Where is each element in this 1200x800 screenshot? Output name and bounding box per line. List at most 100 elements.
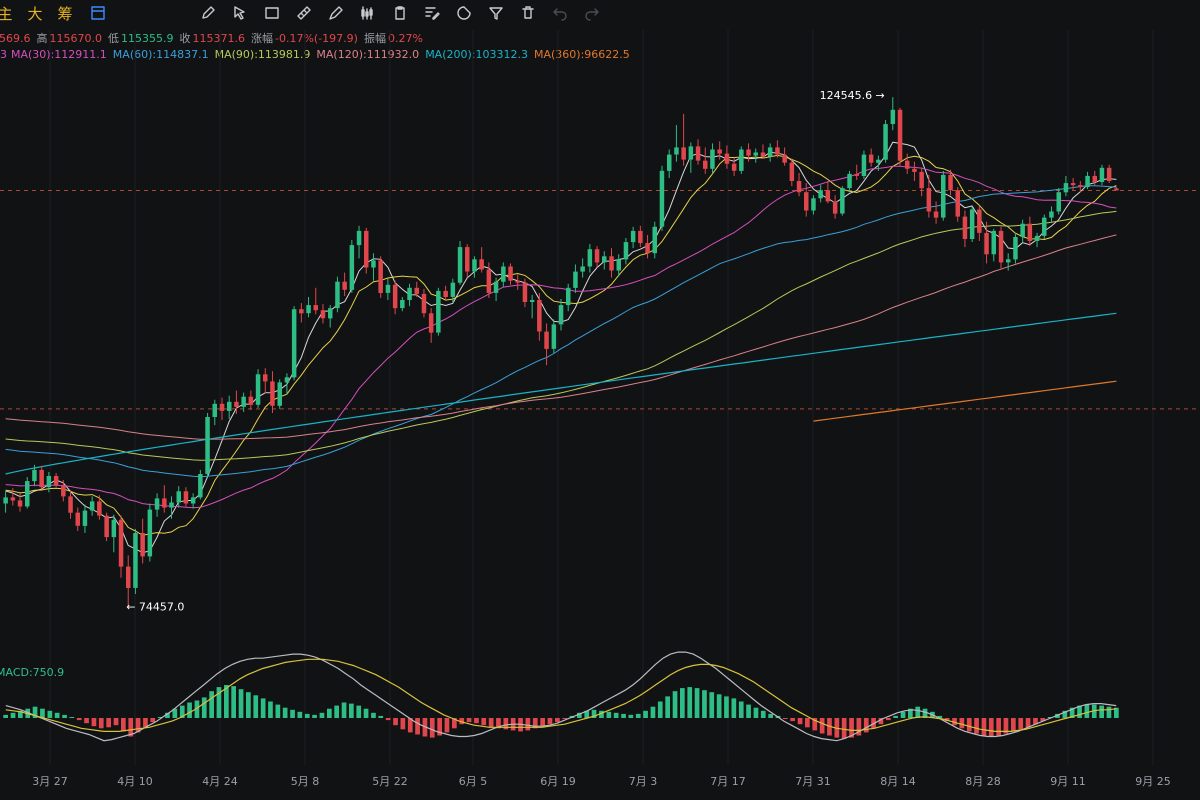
candle-body bbox=[371, 260, 376, 268]
candle bbox=[926, 174, 932, 218]
candle bbox=[551, 319, 557, 353]
candle bbox=[147, 503, 153, 562]
candle-body bbox=[212, 403, 217, 417]
candle-body bbox=[68, 496, 73, 513]
candle-body bbox=[688, 146, 694, 160]
candle-body bbox=[53, 476, 59, 486]
macd-bar bbox=[959, 718, 965, 729]
candle-body bbox=[544, 331, 549, 349]
candle bbox=[667, 149, 672, 178]
candle bbox=[356, 225, 362, 259]
ma-60-line bbox=[5, 185, 1117, 478]
candle bbox=[3, 491, 8, 513]
price-chart[interactable]: 124545.6 → ← 74457.0 MACD:750.9 3月 27 4月 10 4… bbox=[0, 0, 1200, 800]
macd-bar bbox=[1018, 718, 1024, 730]
candle bbox=[688, 142, 694, 173]
candle-body bbox=[840, 188, 845, 214]
candle-body bbox=[176, 491, 181, 503]
candle bbox=[609, 248, 614, 278]
candle-body bbox=[248, 396, 254, 405]
macd-bar bbox=[69, 717, 75, 718]
candle bbox=[1034, 232, 1040, 248]
candle-body bbox=[364, 230, 369, 268]
macd-bar bbox=[797, 718, 803, 725]
candle bbox=[1099, 164, 1105, 186]
macd-label: MACD:750.9 bbox=[0, 666, 64, 679]
candle-body bbox=[775, 147, 780, 155]
macd-bar bbox=[54, 712, 60, 718]
candle bbox=[39, 465, 44, 490]
candle bbox=[53, 472, 59, 488]
candle-body bbox=[760, 152, 766, 157]
candle-body bbox=[140, 533, 145, 557]
x-tick-label: 7月 17 bbox=[710, 775, 746, 788]
macd-bar bbox=[893, 715, 898, 718]
candle bbox=[1070, 177, 1076, 191]
candle-body bbox=[1085, 175, 1090, 188]
candle bbox=[652, 221, 657, 259]
macd-bar bbox=[62, 714, 67, 718]
candle-body bbox=[486, 269, 492, 293]
macd-bar bbox=[672, 691, 678, 718]
macd-bar bbox=[84, 718, 89, 724]
candle-body bbox=[154, 498, 160, 510]
macd-bar bbox=[635, 713, 641, 718]
candle-body bbox=[659, 170, 665, 227]
candle bbox=[638, 225, 643, 248]
macd-bar bbox=[415, 718, 420, 735]
candle-body bbox=[104, 515, 109, 538]
candle bbox=[558, 299, 564, 331]
candle-body bbox=[789, 162, 795, 181]
candle-body bbox=[703, 160, 708, 169]
candle bbox=[775, 140, 780, 158]
candle bbox=[421, 288, 427, 318]
candle-body bbox=[941, 174, 946, 218]
macd-bar bbox=[246, 692, 251, 718]
candle-body bbox=[551, 324, 557, 349]
candle bbox=[825, 181, 831, 204]
candle bbox=[912, 161, 917, 182]
candle-body bbox=[61, 485, 66, 497]
candle-body bbox=[479, 259, 484, 270]
candle-body bbox=[219, 403, 225, 411]
candle bbox=[118, 515, 124, 578]
candle bbox=[724, 145, 730, 169]
candle bbox=[760, 144, 766, 159]
candle-body bbox=[299, 309, 304, 314]
candle bbox=[897, 107, 903, 166]
macd-bar bbox=[665, 696, 670, 718]
candle-body bbox=[320, 310, 326, 319]
candle bbox=[25, 477, 30, 509]
macd-bar bbox=[363, 708, 369, 718]
macd-bar bbox=[981, 718, 987, 736]
candle bbox=[169, 496, 174, 519]
macd-dea-line bbox=[5, 658, 1117, 732]
ma-360-line bbox=[813, 380, 1117, 422]
macd-bar bbox=[91, 718, 97, 727]
candle bbox=[840, 186, 845, 216]
grid-lines bbox=[49, 30, 1154, 765]
candle-body bbox=[10, 497, 16, 501]
macd-bar bbox=[121, 718, 126, 732]
macd-bar bbox=[371, 712, 376, 718]
candle bbox=[313, 287, 318, 315]
x-tick-label: 6月 5 bbox=[459, 775, 488, 788]
candle-body bbox=[1013, 237, 1018, 260]
macd-bar bbox=[253, 695, 259, 718]
candle-body bbox=[111, 519, 117, 538]
x-tick-label: 9月 25 bbox=[1135, 775, 1171, 788]
macd-bar bbox=[709, 692, 715, 718]
macd-bar bbox=[540, 718, 545, 727]
macd-bar bbox=[393, 718, 398, 726]
candle-body bbox=[89, 501, 95, 511]
candle bbox=[659, 165, 665, 231]
candle-body bbox=[378, 260, 383, 293]
candle-body bbox=[933, 211, 939, 218]
macd-bar bbox=[753, 707, 759, 718]
candle bbox=[580, 258, 585, 278]
macd-bar bbox=[40, 708, 45, 718]
candle bbox=[212, 399, 217, 426]
candle bbox=[630, 226, 636, 249]
x-tick-label: 8月 14 bbox=[880, 775, 916, 788]
candle bbox=[818, 185, 823, 203]
